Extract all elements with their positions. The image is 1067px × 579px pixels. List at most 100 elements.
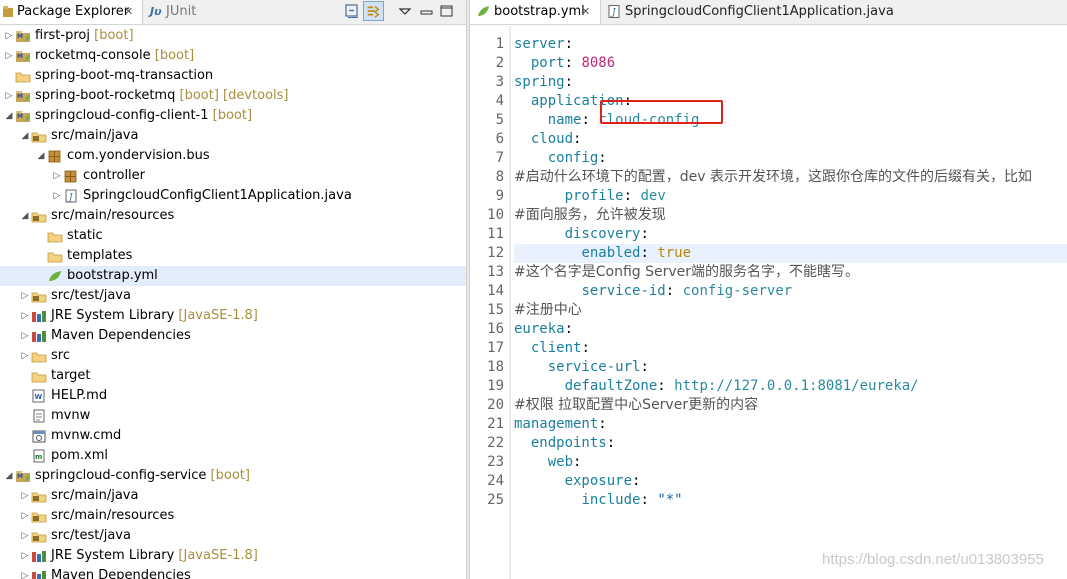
code-line[interactable]: #启动什么环境下的配置，dev 表示开发环境，这跟你仓库的文件的后缀有关，比如	[514, 168, 1067, 187]
tree-item[interactable]: ▷ src	[0, 346, 466, 366]
expanded-toggle-icon[interactable]: ◢	[36, 146, 46, 166]
project-icon: M	[16, 31, 30, 42]
code-line[interactable]: server:	[514, 35, 1067, 54]
code-line[interactable]: name: cloud-config	[514, 111, 1067, 130]
collapsed-toggle-icon[interactable]: ▷	[52, 186, 62, 206]
code-line[interactable]: endpoints:	[514, 434, 1067, 453]
code-line[interactable]: management:	[514, 415, 1067, 434]
code-line[interactable]: client:	[514, 339, 1067, 358]
code-line[interactable]: cloud:	[514, 130, 1067, 149]
code-line[interactable]: #这个名字是Config Server端的服务名字，不能瞎写。	[514, 263, 1067, 282]
close-icon[interactable]: ✕	[581, 0, 590, 24]
tree-item[interactable]: ▷ src/test/java	[0, 286, 466, 306]
maximize-icon[interactable]	[438, 3, 456, 20]
code-line[interactable]: web:	[514, 453, 1067, 472]
code-line[interactable]: include: "*"	[514, 491, 1067, 510]
collapsed-toggle-icon[interactable]: ▷	[20, 486, 30, 506]
tree-item[interactable]: ◢ com.yondervision.bus	[0, 146, 466, 166]
tab-bootstrap-yml[interactable]: bootstrap.yml ✕	[470, 0, 601, 24]
line-number: 23	[487, 454, 504, 470]
collapsed-toggle-icon[interactable]: ▷	[20, 346, 30, 366]
tree-item[interactable]: ▷ JRE System Library [JavaSE-1.8]	[0, 306, 466, 326]
tree-item[interactable]: ▷ J SpringcloudConfigClient1Application.ja…	[0, 186, 466, 206]
code-line[interactable]: port: 8086	[514, 54, 1067, 73]
tree-item[interactable]: ▷ src/main/resources	[0, 506, 466, 526]
tree-item[interactable]: ◢ src/main/java	[0, 126, 466, 146]
collapsed-toggle-icon[interactable]: ▷	[4, 26, 14, 46]
expanded-toggle-icon[interactable]: ◢	[20, 126, 30, 146]
tree-item-label: src/main/java	[51, 488, 139, 503]
tree-item[interactable]: mvnw.cmd	[0, 426, 466, 446]
close-icon[interactable]: ✕	[124, 0, 133, 24]
code-line[interactable]: exposure:	[514, 472, 1067, 491]
code-line[interactable]: profile: dev	[514, 187, 1067, 206]
tab-package-explorer[interactable]: Package Explorer ✕	[0, 0, 143, 24]
collapsed-toggle-icon[interactable]: ▷	[4, 86, 14, 106]
collapse-all-icon[interactable]	[343, 3, 361, 20]
collapsed-toggle-icon[interactable]: ▷	[20, 526, 30, 546]
minimize-icon[interactable]	[418, 3, 436, 20]
collapsed-toggle-icon[interactable]: ▷	[52, 166, 62, 186]
code-line[interactable]: #面向服务，允许被发现	[514, 206, 1067, 225]
tree-item[interactable]: ◢ Mspringcloud-config-client-1 [boot]	[0, 106, 466, 126]
collapsed-toggle-icon[interactable]: ▷	[20, 306, 30, 326]
line-number: 19	[487, 378, 504, 394]
tree-item[interactable]: target	[0, 366, 466, 386]
code-line[interactable]: spring:	[514, 73, 1067, 92]
project-icon: M	[16, 471, 30, 482]
tree-item-label: Maven Dependencies	[51, 568, 191, 579]
library-icon	[32, 331, 46, 342]
collapsed-toggle-icon[interactable]: ▷	[4, 46, 14, 66]
view-menu-icon[interactable]	[396, 3, 414, 20]
code-line[interactable]: discovery:	[514, 225, 1067, 244]
code-line[interactable]: #注册中心	[514, 301, 1067, 320]
tree-item[interactable]: ▷ Maven Dependencies	[0, 326, 466, 346]
tree-item-label: com.yondervision.bus	[67, 148, 210, 163]
tree-item[interactable]: ◢ src/main/resources	[0, 206, 466, 226]
collapsed-toggle-icon[interactable]: ▷	[20, 326, 30, 346]
tree-item[interactable]: ▷ src/test/java	[0, 526, 466, 546]
tree-item[interactable]: ▷ controller	[0, 166, 466, 186]
link-with-editor-icon[interactable]	[363, 1, 384, 21]
tree-item[interactable]: static	[0, 226, 466, 246]
expanded-toggle-icon[interactable]: ◢	[20, 206, 30, 226]
tree-item[interactable]: spring-boot-mq-transaction	[0, 66, 466, 86]
tree-item[interactable]: mvnw	[0, 406, 466, 426]
package-icon	[48, 150, 61, 163]
folder-icon	[15, 72, 31, 83]
markdown-file-icon: W	[32, 389, 45, 403]
tab-junit-label: JUnit	[166, 4, 197, 19]
yml-file-icon	[49, 271, 61, 281]
expanded-toggle-icon[interactable]: ◢	[4, 106, 14, 126]
tree-item[interactable]: bootstrap.yml	[0, 266, 466, 286]
collapsed-toggle-icon[interactable]: ▷	[20, 566, 30, 579]
line-number: 9	[495, 188, 504, 204]
tree-item-label: HELP.md	[51, 388, 108, 403]
tree-item[interactable]: ▷ Mfirst-proj [boot]	[0, 26, 466, 46]
tree-item[interactable]: ▷ Mspring-boot-rocketmq [boot] [devtools]	[0, 86, 466, 106]
code-line[interactable]: eureka:	[514, 320, 1067, 339]
collapsed-toggle-icon[interactable]: ▷	[20, 506, 30, 526]
code-line[interactable]: defaultZone: http://127.0.0.1:8081/eurek…	[514, 377, 1067, 396]
code-line[interactable]: application:	[514, 92, 1067, 111]
tree-item[interactable]: templates	[0, 246, 466, 266]
code-line[interactable]: #权限 拉取配置中心Server更新的内容	[514, 396, 1067, 415]
line-number: 16	[487, 321, 504, 337]
code-line[interactable]: service-url:	[514, 358, 1067, 377]
tree-item[interactable]: W HELP.md	[0, 386, 466, 406]
tree-item-decoration: [boot]	[150, 48, 195, 63]
code-line[interactable]: enabled: true	[514, 244, 1067, 263]
folder-icon	[31, 352, 47, 363]
collapsed-toggle-icon[interactable]: ▷	[20, 286, 30, 306]
tree-item[interactable]: ▷ Mrocketmq-console [boot]	[0, 46, 466, 66]
code-line[interactable]: service-id: config-server	[514, 282, 1067, 301]
collapsed-toggle-icon[interactable]: ▷	[20, 546, 30, 566]
tree-item[interactable]: ▷ Maven Dependencies	[0, 566, 466, 579]
code-line[interactable]: config:	[514, 149, 1067, 168]
expanded-toggle-icon[interactable]: ◢	[4, 466, 14, 486]
tree-item[interactable]: ▷ JRE System Library [JavaSE-1.8]	[0, 546, 466, 566]
tree-item[interactable]: ▷ src/main/java	[0, 486, 466, 506]
tree-item-label: springcloud-config-service [boot]	[35, 468, 250, 483]
tree-item[interactable]: m pom.xml	[0, 446, 466, 466]
tree-item[interactable]: ◢ Mspringcloud-config-service [boot]	[0, 466, 466, 486]
